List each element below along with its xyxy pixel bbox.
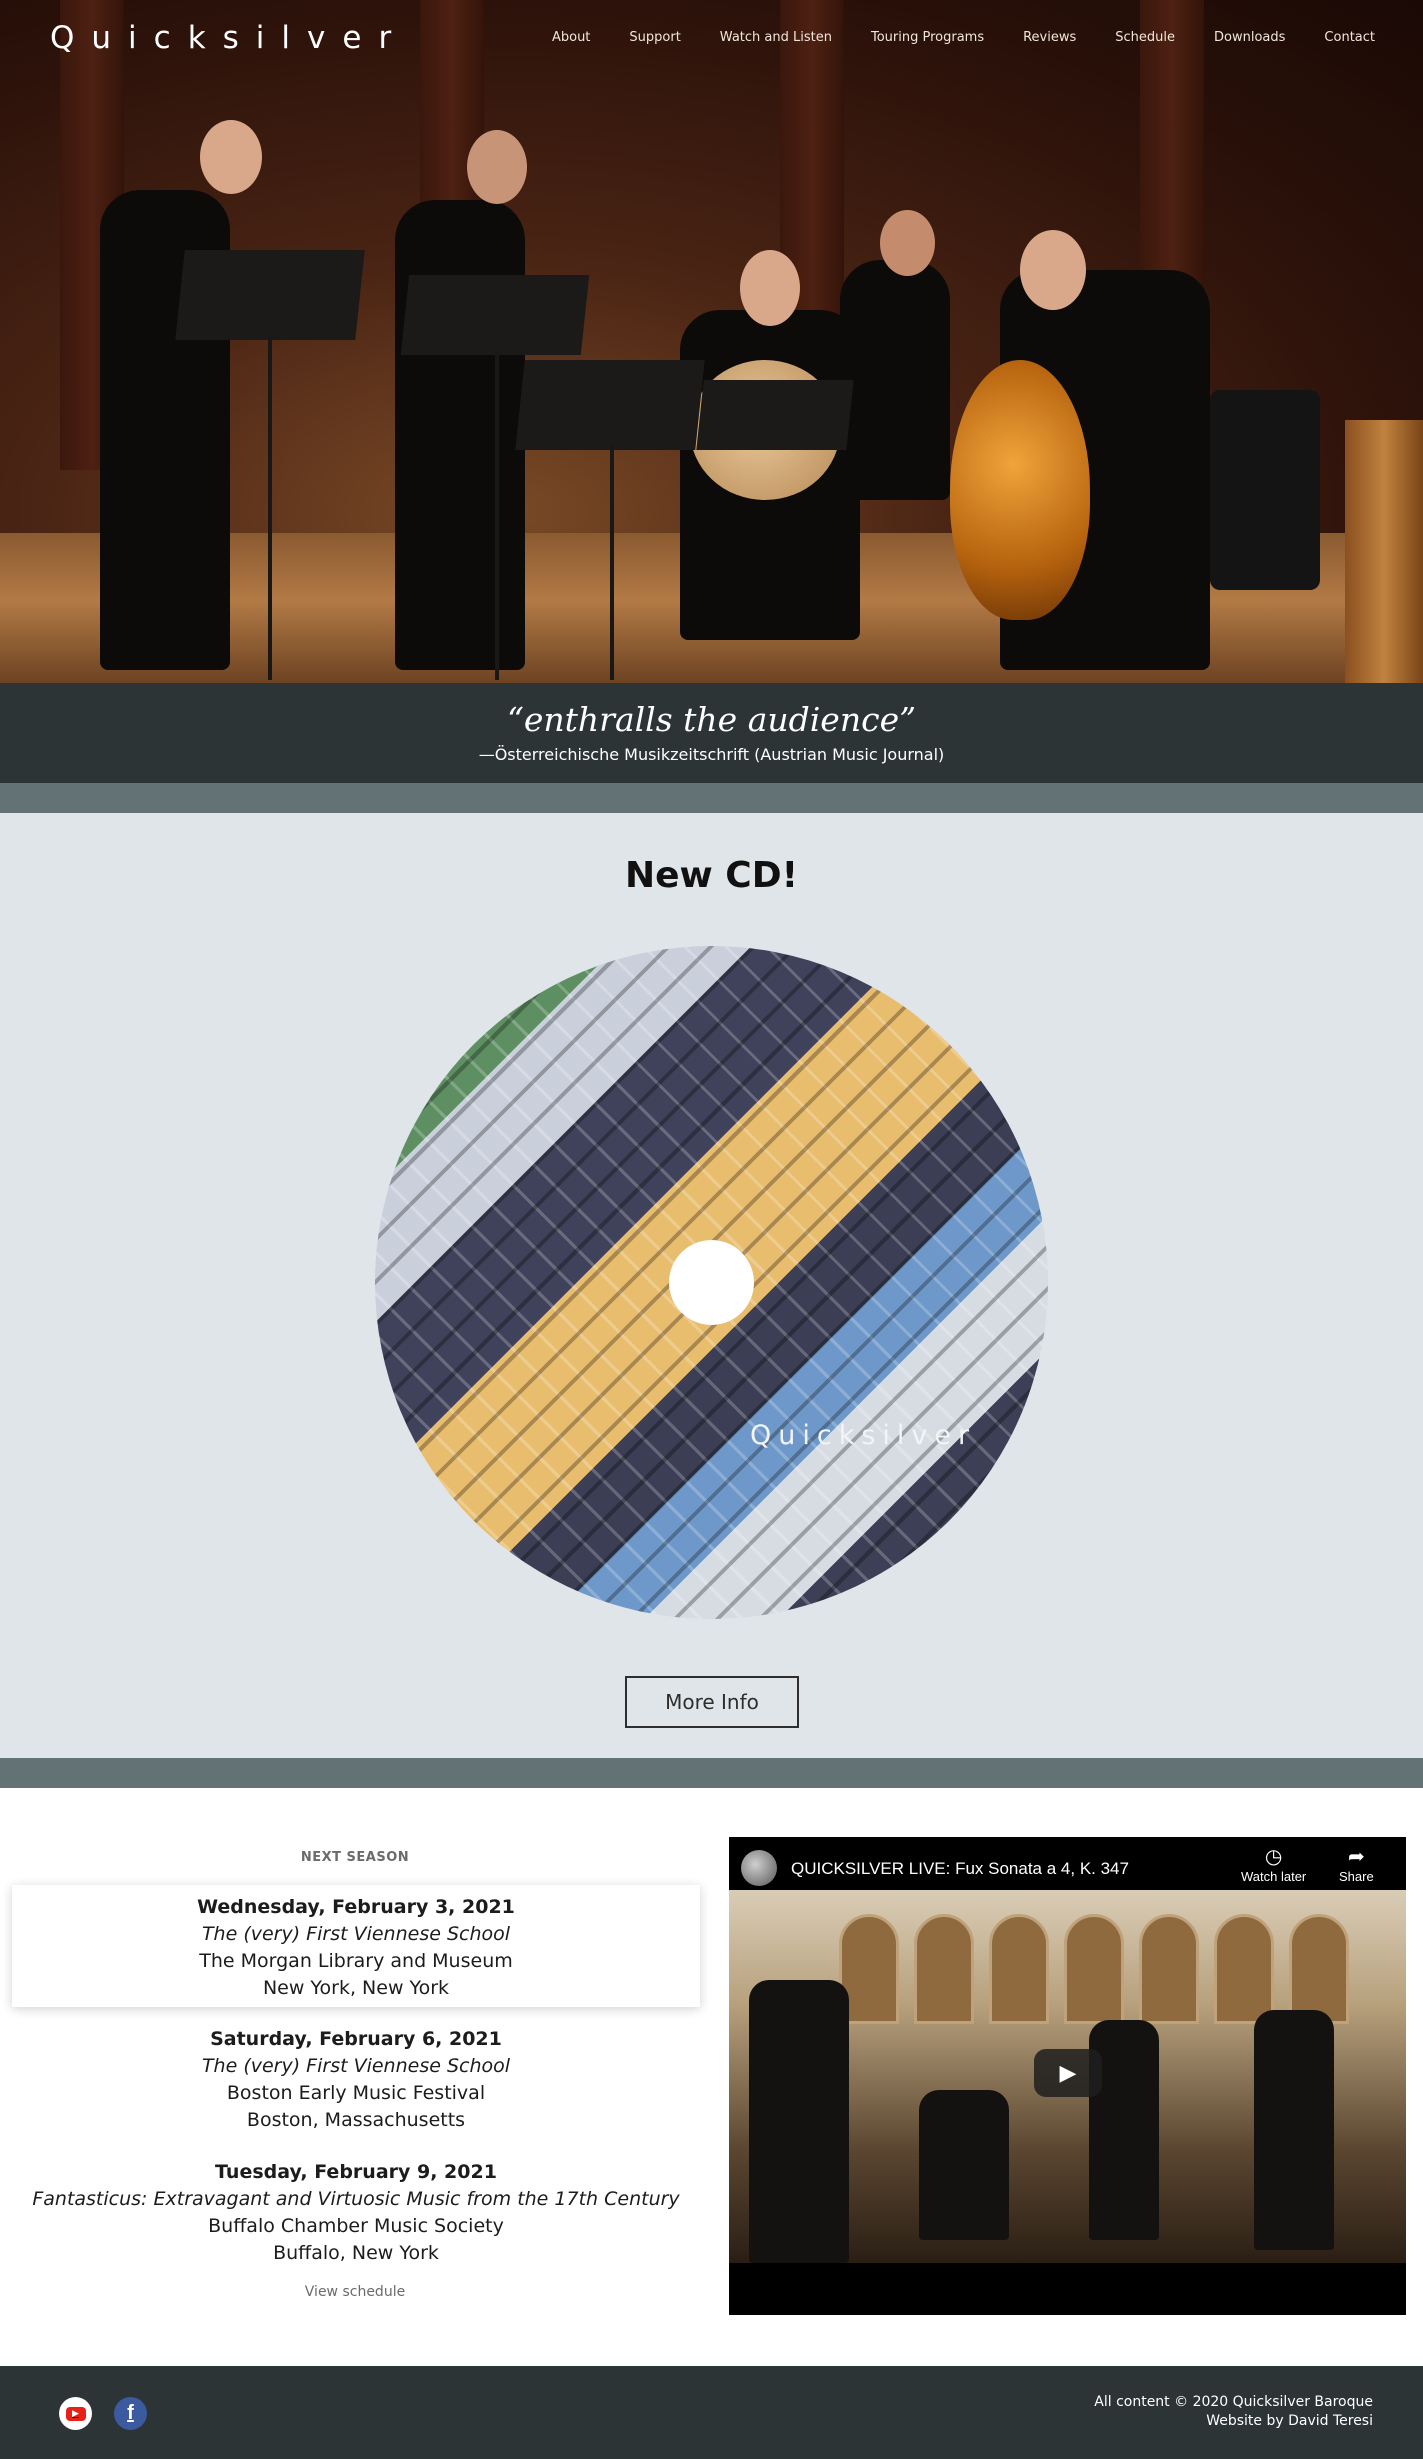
event-program: The (very) First Viennese School <box>201 2055 511 2077</box>
event-program: The (very) First Viennese School <box>201 1923 511 1945</box>
performer-head <box>880 210 935 276</box>
viola-da-gamba <box>950 360 1090 620</box>
music-stand <box>696 380 854 450</box>
next-season-heading: NEXT SEASON <box>300 1850 410 1865</box>
music-stand <box>175 250 365 340</box>
nav-downloads[interactable]: Downloads <box>1214 30 1285 45</box>
quote-source: —Österreichische Musikzeitschrift (Austr… <box>478 745 945 764</box>
cd-disc-image: Quicksilver <box>375 946 1048 1619</box>
copyright-text: All content © 2020 Quicksilver Baroque <box>1094 2394 1373 2410</box>
performer-violinist-2 <box>395 200 525 670</box>
nav-support[interactable]: Support <box>629 30 680 45</box>
video-performer <box>749 1980 849 2263</box>
share-label: Share <box>1339 1869 1374 1884</box>
nav-contact[interactable]: Contact <box>1324 30 1375 45</box>
church-arch <box>1064 1914 1124 2024</box>
event-item[interactable]: Wednesday, February 3, 2021 The (very) F… <box>12 1885 700 2007</box>
chair <box>1210 390 1320 590</box>
cd-heading: New CD! <box>624 855 799 896</box>
facebook-icon[interactable]: f <box>114 2397 147 2430</box>
event-city: New York, New York <box>262 1977 450 1999</box>
watch-later-label: Watch later <box>1241 1869 1307 1884</box>
video-title-bar: QUICKSILVER LIVE: Fux Sonata a 4, K. 347… <box>729 1837 1406 1890</box>
performer-head <box>200 120 262 194</box>
harpsichord <box>1345 420 1423 683</box>
section-separator <box>0 1758 1423 1788</box>
nav-reviews[interactable]: Reviews <box>1023 30 1076 45</box>
footer-credits: All content © 2020 Quicksilver Baroque W… <box>1094 2393 1373 2431</box>
nav-schedule[interactable]: Schedule <box>1115 30 1175 45</box>
nav-about[interactable]: About <box>552 30 590 45</box>
top-navigation: Quicksilver About Support Watch and List… <box>0 0 1423 78</box>
site-logo[interactable]: Quicksilver <box>50 20 408 56</box>
event-item[interactable]: Tuesday, February 9, 2021 Fantasticus: E… <box>12 2159 700 2267</box>
press-quote: “enthralls the audience” —Österreichisch… <box>0 683 1423 783</box>
play-icon[interactable]: ▶ <box>1034 2049 1102 2097</box>
video-performer <box>1254 2010 1334 2250</box>
event-city: Buffalo, New York <box>273 2242 439 2264</box>
music-stand <box>400 275 590 355</box>
share-icon: ➦ <box>1347 1846 1365 1868</box>
more-info-button[interactable]: More Info <box>625 1676 799 1728</box>
watch-later-button[interactable]: ◷ Watch later <box>1241 1845 1306 1884</box>
event-city: Boston, Massachusetts <box>246 2109 466 2131</box>
church-arch <box>1139 1914 1199 2024</box>
cd-disc-label: Quicksilver <box>750 1420 977 1451</box>
event-item[interactable]: Saturday, February 6, 2021 The (very) Fi… <box>12 2026 700 2134</box>
nav-links: About Support Watch and Listen Touring P… <box>552 30 1375 45</box>
event-date: Saturday, February 6, 2021 <box>210 2028 502 2050</box>
website-credit: Website by David Teresi <box>1206 2413 1373 2429</box>
stand-pole <box>495 350 499 680</box>
schedule-section: NEXT SEASON Wednesday, February 3, 2021 … <box>0 1788 1423 2366</box>
quote-text: “enthralls the audience” <box>507 700 916 739</box>
stand-pole <box>268 335 272 680</box>
church-arch <box>1214 1914 1274 2024</box>
nav-touring-programs[interactable]: Touring Programs <box>871 30 984 45</box>
view-schedule-link[interactable]: View schedule <box>0 2284 710 2300</box>
church-arch <box>1289 1914 1349 2024</box>
church-arch <box>989 1914 1049 2024</box>
new-cd-section: New CD! Quicksilver More Info <box>0 813 1423 1758</box>
event-date: Tuesday, February 9, 2021 <box>215 2161 497 2183</box>
stand-pole <box>610 445 614 680</box>
performer-head <box>1020 230 1086 310</box>
church-arch <box>914 1914 974 2024</box>
section-separator <box>0 783 1423 813</box>
event-venue: The Morgan Library and Museum <box>199 1950 513 1972</box>
site-footer: ▶ f All content © 2020 Quicksilver Baroq… <box>0 2366 1423 2459</box>
clock-icon: ◷ <box>1264 1846 1283 1868</box>
performer-head <box>467 130 527 204</box>
video-title[interactable]: QUICKSILVER LIVE: Fux Sonata a 4, K. 347 <box>791 1859 1129 1879</box>
channel-avatar[interactable] <box>741 1850 777 1886</box>
video-performer <box>919 2090 1009 2240</box>
video-embed[interactable]: QUICKSILVER LIVE: Fux Sonata a 4, K. 347… <box>729 1837 1406 2315</box>
event-date: Wednesday, February 3, 2021 <box>197 1896 515 1918</box>
music-stand <box>515 360 705 450</box>
performer-theorbo <box>840 260 950 500</box>
youtube-icon[interactable]: ▶ <box>59 2397 92 2430</box>
hero-section: Quicksilver About Support Watch and List… <box>0 0 1423 683</box>
event-venue: Buffalo Chamber Music Society <box>208 2215 504 2237</box>
nav-watch-and-listen[interactable]: Watch and Listen <box>720 30 832 45</box>
share-button[interactable]: ➦ Share <box>1339 1845 1374 1884</box>
performer-head <box>740 250 800 326</box>
cd-hole <box>669 1240 754 1325</box>
event-venue: Boston Early Music Festival <box>226 2082 486 2104</box>
event-program: Fantasticus: Extravagant and Virtuosic M… <box>32 2188 680 2210</box>
